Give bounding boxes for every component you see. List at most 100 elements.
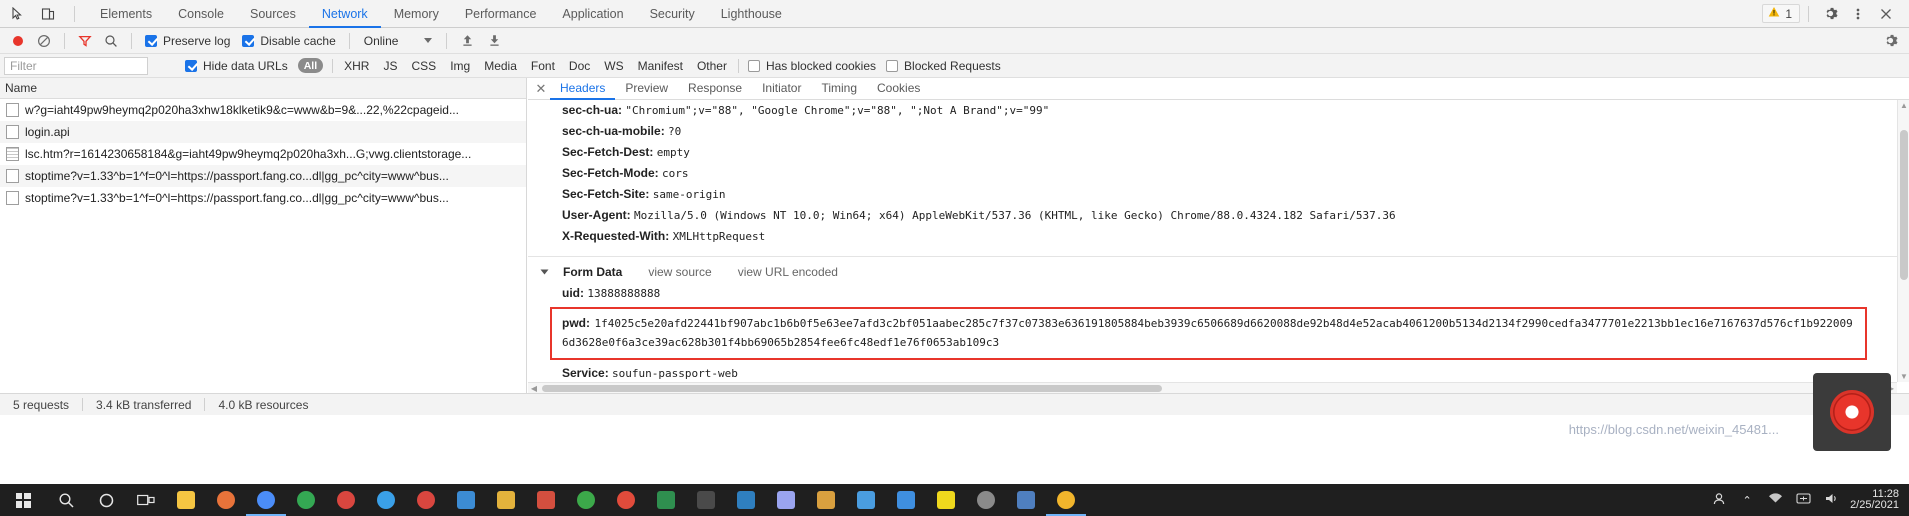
scroll-up-arrow[interactable]: ▲ bbox=[1898, 100, 1909, 111]
tab-console[interactable]: Console bbox=[165, 0, 237, 28]
filter-type-img[interactable]: Img bbox=[443, 59, 477, 73]
filter-type-other[interactable]: Other bbox=[690, 59, 734, 73]
import-har-button[interactable] bbox=[455, 29, 480, 53]
network-icon[interactable] bbox=[1766, 492, 1784, 508]
editor-icon[interactable] bbox=[1006, 484, 1046, 516]
detail-vertical-scrollbar[interactable]: ▲ ▼ bbox=[1897, 100, 1909, 382]
has-blocked-cookies-label: Has blocked cookies bbox=[765, 58, 877, 73]
yellow-app-icon[interactable] bbox=[1046, 484, 1086, 516]
excel-icon[interactable] bbox=[846, 484, 886, 516]
detail-horizontal-scrollbar[interactable]: ◀ ▶ bbox=[528, 382, 1897, 393]
search-icon[interactable] bbox=[46, 484, 86, 516]
qq-icon[interactable] bbox=[606, 484, 646, 516]
opera-icon[interactable] bbox=[326, 484, 366, 516]
tab-performance[interactable]: Performance bbox=[452, 0, 550, 28]
form-data-section-header[interactable]: Form Data view source view URL encoded bbox=[528, 261, 1897, 283]
close-icon[interactable] bbox=[1873, 3, 1899, 25]
filter-type-media[interactable]: Media bbox=[477, 59, 524, 73]
filter-button[interactable] bbox=[73, 29, 97, 53]
filter-type-font[interactable]: Font bbox=[524, 59, 562, 73]
tab-elements[interactable]: Elements bbox=[87, 0, 165, 28]
chevron-up-icon[interactable]: ⌃ bbox=[1738, 494, 1756, 507]
people-icon[interactable] bbox=[1710, 492, 1728, 509]
table-row[interactable]: stoptime?v=1.33^b=1^f=0^l=https://passpo… bbox=[0, 165, 526, 187]
filter-type-css[interactable]: CSS bbox=[405, 59, 444, 73]
table-row[interactable]: w?g=iaht49pw9heymq2p020ha3xhw18klketik9&… bbox=[0, 99, 526, 121]
scroll-thumb[interactable] bbox=[1900, 130, 1908, 280]
tab-network[interactable]: Network bbox=[308, 0, 381, 28]
lantern-icon[interactable] bbox=[566, 484, 606, 516]
sql-icon[interactable] bbox=[726, 484, 766, 516]
scroll-thumb[interactable] bbox=[542, 385, 1162, 392]
view-source-link[interactable]: view source bbox=[648, 261, 711, 283]
task-view-icon[interactable] bbox=[126, 484, 166, 516]
lock-icon[interactable] bbox=[806, 484, 846, 516]
filter-type-doc[interactable]: Doc bbox=[562, 59, 597, 73]
search-button[interactable] bbox=[99, 29, 123, 53]
tab-initiator[interactable]: Initiator bbox=[752, 78, 811, 100]
disable-cache-checkbox[interactable]: Disable cache bbox=[237, 29, 340, 53]
filter-type-xhr[interactable]: XHR bbox=[337, 59, 376, 73]
toolbar-divider bbox=[64, 32, 65, 49]
device-toolbar-icon[interactable] bbox=[38, 4, 58, 24]
tab-response[interactable]: Response bbox=[678, 78, 752, 100]
teams-icon[interactable] bbox=[766, 484, 806, 516]
terminal-icon[interactable] bbox=[646, 484, 686, 516]
grey-app-icon[interactable] bbox=[966, 484, 1006, 516]
windows-start-icon[interactable] bbox=[0, 484, 46, 516]
idea-icon[interactable] bbox=[686, 484, 726, 516]
explorer-icon[interactable] bbox=[166, 484, 206, 516]
inspect-element-icon[interactable] bbox=[8, 4, 28, 24]
firefox-icon[interactable] bbox=[206, 484, 246, 516]
blocked-requests-checkbox[interactable]: Blocked Requests bbox=[881, 54, 1006, 78]
tab-cookies[interactable]: Cookies bbox=[867, 78, 930, 100]
tab-timing[interactable]: Timing bbox=[811, 78, 867, 100]
bilibili-icon[interactable] bbox=[886, 484, 926, 516]
table-row[interactable]: login.api bbox=[0, 121, 526, 143]
close-detail-icon[interactable]: ✕ bbox=[532, 81, 550, 97]
tab-sources[interactable]: Sources bbox=[237, 0, 309, 28]
folder-icon[interactable] bbox=[486, 484, 526, 516]
filter-type-js[interactable]: JS bbox=[376, 59, 404, 73]
table-row[interactable]: lsc.htm?r=1614230658184&g=iaht49pw9heymq… bbox=[0, 143, 526, 165]
tab-security[interactable]: Security bbox=[637, 0, 708, 28]
filter-type-manifest[interactable]: Manifest bbox=[631, 59, 690, 73]
chrome-icon[interactable] bbox=[286, 484, 326, 516]
taskbar-clock[interactable]: 11:28 2/25/2021 bbox=[1850, 489, 1899, 511]
scroll-down-arrow[interactable]: ▼ bbox=[1898, 371, 1909, 382]
cortana-circle-icon[interactable] bbox=[86, 484, 126, 516]
warning-badge[interactable]: 1 bbox=[1762, 4, 1800, 23]
preserve-log-checkbox[interactable]: Preserve log bbox=[140, 29, 235, 53]
chrome-icon-active[interactable] bbox=[246, 484, 286, 516]
request-list-header[interactable]: Name bbox=[0, 78, 526, 99]
view-url-encoded-link[interactable]: view URL encoded bbox=[738, 261, 838, 283]
gear-icon[interactable] bbox=[1817, 3, 1843, 25]
header-row: User-Agent: Mozilla/5.0 (Windows NT 10.0… bbox=[528, 205, 1897, 226]
clear-button[interactable] bbox=[32, 29, 56, 53]
more-vertical-icon[interactable] bbox=[1845, 3, 1871, 25]
filter-type-ws[interactable]: WS bbox=[597, 59, 630, 73]
filter-type-all[interactable]: All bbox=[297, 58, 324, 73]
filter-input[interactable]: Filter bbox=[4, 56, 148, 75]
vscode-icon[interactable] bbox=[446, 484, 486, 516]
header-value: "Chromium";v="88", "Google Chrome";v="88… bbox=[625, 104, 1050, 117]
sound-icon[interactable] bbox=[1822, 492, 1840, 508]
recorder-icon[interactable] bbox=[406, 484, 446, 516]
form-field-key: pwd: bbox=[562, 316, 590, 330]
paint-icon[interactable] bbox=[526, 484, 566, 516]
throttling-dropdown[interactable]: Online bbox=[358, 34, 439, 48]
record-button[interactable] bbox=[6, 29, 30, 53]
tab-preview[interactable]: Preview bbox=[615, 78, 678, 100]
has-blocked-cookies-checkbox[interactable]: Has blocked cookies bbox=[743, 54, 881, 78]
js-icon[interactable] bbox=[926, 484, 966, 516]
network-settings-icon[interactable] bbox=[1878, 29, 1903, 53]
tab-lighthouse[interactable]: Lighthouse bbox=[708, 0, 795, 28]
tab-memory[interactable]: Memory bbox=[381, 0, 452, 28]
edge-icon[interactable] bbox=[366, 484, 406, 516]
tab-application[interactable]: Application bbox=[549, 0, 636, 28]
hide-data-urls-checkbox[interactable]: Hide data URLs bbox=[180, 54, 293, 78]
ime-icon[interactable] bbox=[1794, 492, 1812, 508]
tab-headers[interactable]: Headers bbox=[550, 78, 616, 100]
table-row[interactable]: stoptime?v=1.33^b=1^f=0^l=https://passpo… bbox=[0, 187, 526, 209]
export-har-button[interactable] bbox=[482, 29, 507, 53]
